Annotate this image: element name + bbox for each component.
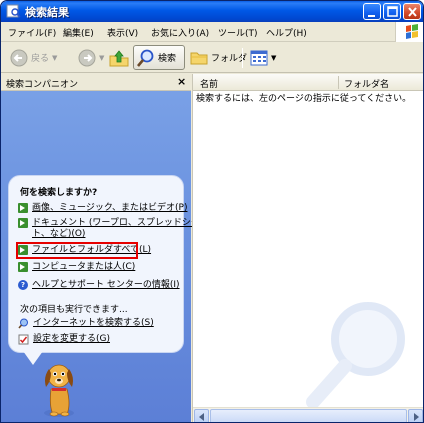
internet-search-icon: [18, 318, 28, 329]
option-media[interactable]: 画像、ミュージック、またはビデオ(P): [18, 203, 187, 214]
horizontal-scrollbar[interactable]: [193, 407, 423, 422]
task-change-settings-label: 設定を変更する(G): [33, 334, 110, 344]
task-internet-search[interactable]: インターネットを検索する(S): [18, 318, 154, 329]
up-folder-button[interactable]: [108, 46, 130, 69]
back-dropdown-icon[interactable]: ▼: [52, 54, 57, 62]
search-icon: [137, 49, 154, 67]
option-documents-label-line2: ト、など)(O): [32, 229, 86, 239]
minimize-button[interactable]: [363, 3, 381, 20]
windows-logo: [395, 22, 423, 42]
window-title: 検索結果: [25, 6, 69, 19]
windows-flag-icon: [406, 24, 418, 39]
menu-bar: ファイル(F) 編集(E) 表示(V) お気に入り(A) ツール(T) ヘルプ(…: [1, 22, 423, 42]
highlight-box: [16, 242, 138, 259]
search-companion-pane: 検索コンパニオン × 何を検索しますか? 画像、ミュージック、またはビデオ(P)…: [1, 74, 200, 422]
toolbar-separator: [242, 48, 243, 68]
views-button[interactable]: ▼: [249, 46, 276, 69]
maximize-button[interactable]: [383, 3, 401, 20]
back-button[interactable]: 戻る ▼: [9, 46, 57, 69]
green-arrow-icon: [18, 218, 28, 228]
menu-help[interactable]: ヘルプ(H): [266, 26, 307, 39]
green-arrow-icon: [18, 203, 28, 213]
companion-title: 検索コンパニオン: [6, 80, 79, 90]
forward-button[interactable]: ▼: [77, 46, 104, 69]
column-folder[interactable]: フォルダ名: [344, 77, 389, 90]
scroll-right-button[interactable]: [408, 409, 423, 422]
scroll-left-button[interactable]: [194, 409, 209, 422]
settings-checklist-icon: [18, 334, 29, 345]
magnifier-watermark-icon: [306, 302, 405, 409]
menu-edit[interactable]: 編集(E): [63, 26, 94, 39]
back-arrow-icon: [10, 49, 28, 66]
search-options-balloon: 何を検索しますか? 画像、ミュージック、またはビデオ(P) ドキュメント (ワー…: [8, 175, 200, 353]
menu-tools[interactable]: ツール(T): [218, 26, 258, 39]
option-help-center-label: ヘルプとサポート センターの情報(I): [32, 280, 180, 290]
search-window-icon: [6, 4, 21, 18]
folders-button[interactable]: フォルダ: [189, 46, 247, 69]
option-computers-people-label: コンピュータまたは人(C): [32, 262, 136, 272]
folders-icon: [190, 52, 208, 64]
menu-view[interactable]: 表示(V): [107, 26, 138, 39]
results-pane: 名前 フォルダ名 検索するには、左のページの指示に従ってください。: [192, 74, 423, 422]
forward-arrow-icon: [78, 49, 96, 66]
close-icon: [408, 7, 417, 17]
option-documents-label-line1: ドキュメント (ワープロ、スプレッドシー: [32, 218, 200, 228]
green-arrow-icon: [18, 262, 28, 272]
search-label: 検索: [158, 54, 177, 64]
forward-dropdown-icon[interactable]: ▼: [99, 54, 104, 62]
menu-favorites[interactable]: お気に入り(A): [151, 26, 209, 39]
option-help-center[interactable]: ? ヘルプとサポート センターの情報(I): [18, 280, 180, 291]
column-header: 名前 フォルダ名: [193, 74, 423, 91]
maximize-icon: [387, 6, 398, 17]
option-documents[interactable]: ドキュメント (ワープロ、スプレッドシー ト、など)(O): [18, 218, 200, 240]
up-folder-icon: [109, 49, 129, 66]
column-name[interactable]: 名前: [200, 77, 218, 90]
option-media-label: 画像、ミュージック、またはビデオ(P): [32, 203, 188, 213]
also-heading: 次の項目も実行できます...: [20, 305, 128, 315]
companion-header: 検索コンパニオン ×: [1, 74, 191, 91]
help-icon: ?: [18, 280, 28, 290]
views-dropdown-icon[interactable]: ▼: [271, 54, 276, 62]
toolbar: 戻る ▼ ▼ 検索 フォルダ ▼: [1, 42, 423, 73]
column-divider[interactable]: [338, 76, 339, 89]
option-documents-text: ドキュメント (ワープロ、スプレッドシー ト、など)(O): [32, 218, 200, 240]
back-label: 戻る: [31, 54, 50, 64]
results-message: 検索するには、左のページの指示に従ってください。: [196, 94, 412, 104]
views-icon: [250, 50, 268, 65]
close-window-button[interactable]: [403, 3, 421, 20]
title-bar[interactable]: 検索結果: [1, 1, 423, 22]
minimize-icon: [368, 15, 375, 17]
task-change-settings[interactable]: 設定を変更する(G): [18, 334, 110, 345]
search-button[interactable]: 検索: [133, 45, 185, 70]
option-computers-people[interactable]: コンピュータまたは人(C): [18, 262, 135, 273]
search-dog-icon: [44, 364, 74, 417]
task-internet-search-label: インターネットを検索する(S): [33, 318, 154, 328]
menu-file[interactable]: ファイル(F): [8, 26, 56, 39]
search-results-window: 検索結果 ファイル(F) 編集(E) 表示(V) お気に入り(A) ツール(T)…: [0, 0, 424, 423]
scroll-thumb[interactable]: [210, 409, 407, 422]
search-question: 何を検索しますか?: [20, 188, 98, 198]
companion-close-button[interactable]: ×: [177, 75, 186, 88]
